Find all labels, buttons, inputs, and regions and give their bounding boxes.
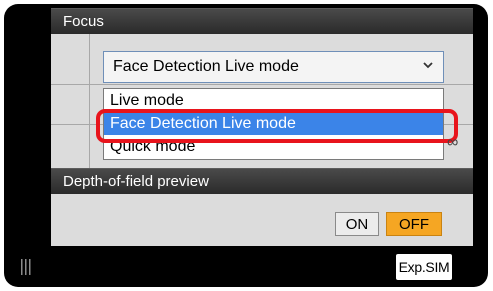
focus-section-header: Focus xyxy=(51,8,473,34)
focus-mode-selected-value: Face Detection Live mode xyxy=(113,58,299,75)
chevron-down-icon xyxy=(423,62,433,69)
exposure-simulation-badge[interactable]: Exp.SIM xyxy=(396,254,452,280)
dof-off-button[interactable]: OFF xyxy=(386,212,442,236)
infinity-symbol: ∞ xyxy=(447,134,459,151)
dof-preview-section-title: Depth-of-field preview xyxy=(63,173,209,190)
dof-on-button[interactable]: ON xyxy=(335,212,379,236)
screenshot-frame: Focus Face Detection Live mode Live mode… xyxy=(0,0,493,291)
focus-section-title: Focus xyxy=(63,13,104,30)
grid-line xyxy=(51,84,473,85)
callout-highlight-ring xyxy=(96,109,458,143)
grip-icon[interactable] xyxy=(20,258,32,276)
grid-line xyxy=(89,34,90,168)
focus-mode-select[interactable]: Face Detection Live mode xyxy=(103,51,444,83)
dof-preview-section-header: Depth-of-field preview xyxy=(51,168,473,194)
